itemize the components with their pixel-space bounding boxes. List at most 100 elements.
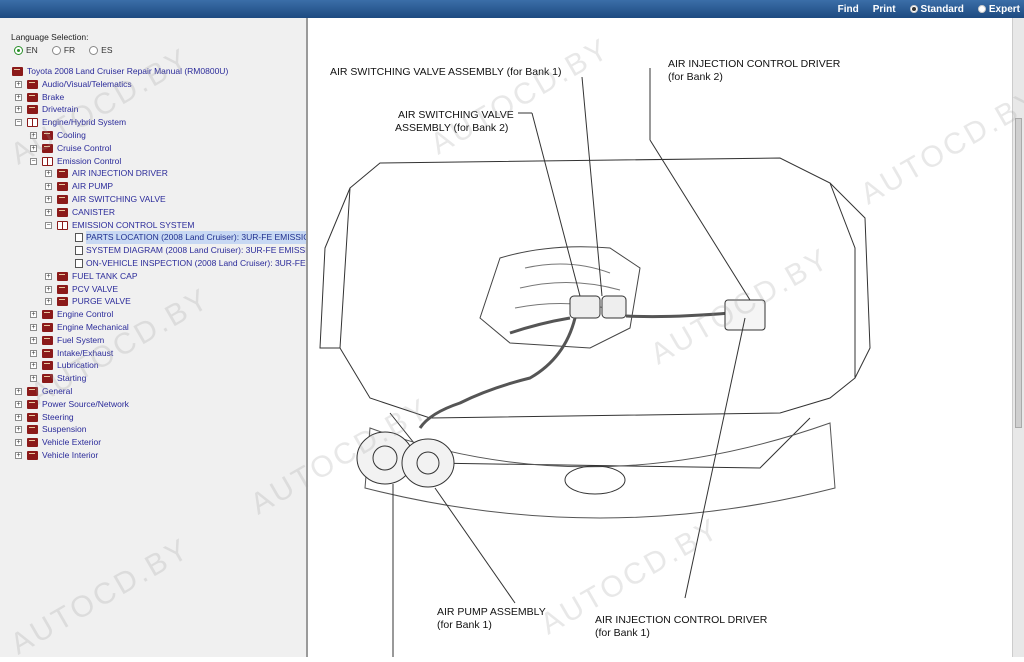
expand-plus-icon[interactable]: +: [30, 362, 37, 370]
tree-item-fuel-system[interactable]: + Fuel System: [0, 334, 306, 347]
mode-standard-label: Standard: [920, 3, 964, 15]
tree-item-air-injection-driver[interactable]: + AIR INJECTION DRIVER: [0, 167, 306, 180]
leader-aicd-bank2-b: [649, 139, 751, 301]
expand-plus-icon[interactable]: +: [30, 144, 37, 152]
expand-plus-icon[interactable]: +: [45, 183, 52, 191]
expand-plus-icon[interactable]: +: [45, 195, 52, 203]
expand-plus-icon[interactable]: +: [45, 285, 52, 293]
book-icon: [57, 207, 68, 217]
expand-plus-icon[interactable]: +: [45, 208, 52, 216]
tree-item-air-switching-valve[interactable]: + AIR SWITCHING VALVE: [0, 193, 306, 206]
document-icon: [75, 258, 83, 268]
tree-item-lubrication[interactable]: + Lubrication: [0, 359, 306, 372]
expand-plus-icon[interactable]: +: [30, 336, 37, 344]
navigation-sidebar: Language Selection: EN FR ES Toyota 2008…: [0, 18, 308, 657]
language-option-fr[interactable]: FR: [51, 45, 75, 55]
tree-item-vehicle-interior[interactable]: + Vehicle Interior: [0, 449, 306, 462]
callout-pump-line1: AIR PUMP ASSEMBLY: [437, 606, 546, 618]
callout-asv-bank2-line1: AIR SWITCHING VALVE: [398, 109, 514, 121]
tree-item-engine-mechanical[interactable]: + Engine Mechanical: [0, 321, 306, 334]
open-book-icon: [27, 118, 38, 128]
tree-item-purge-valve[interactable]: + PURGE VALVE: [0, 295, 306, 308]
tree-item-system-diagram[interactable]: SYSTEM DIAGRAM (2008 Land Cruiser): 3UR-…: [0, 244, 306, 257]
book-icon: [27, 386, 38, 396]
callout-aicd-bank1-line1: AIR INJECTION CONTROL DRIVER: [595, 614, 768, 626]
expand-plus-icon[interactable]: +: [15, 426, 22, 434]
tree-item-intake-exhaust[interactable]: + Intake/Exhaust: [0, 347, 306, 360]
language-option-es[interactable]: ES: [89, 45, 113, 55]
print-button[interactable]: Print: [873, 4, 896, 15]
expand-plus-icon[interactable]: +: [30, 375, 37, 383]
book-icon: [57, 284, 68, 294]
tree-item-pcv-valve[interactable]: + PCV VALVE: [0, 283, 306, 296]
expand-plus-icon[interactable]: +: [15, 451, 22, 459]
tree-item-emission-control-system[interactable]: − EMISSION CONTROL SYSTEM: [0, 219, 306, 232]
scrollbar-thumb[interactable]: [1015, 118, 1022, 428]
expand-plus-icon[interactable]: +: [30, 323, 37, 331]
book-icon: [57, 169, 68, 179]
book-icon: [27, 105, 38, 115]
tree-item-canister[interactable]: + CANISTER: [0, 206, 306, 219]
toolbar: Find Print Standard Expert: [838, 0, 1020, 18]
tree-item-brake[interactable]: + Brake: [0, 91, 306, 104]
book-icon: [12, 67, 23, 76]
open-book-icon: [57, 220, 68, 230]
tree-item-audio[interactable]: + Audio/Visual/Telematics: [0, 78, 306, 91]
tree-item-fuel-tank-cap[interactable]: + FUEL TANK CAP: [0, 270, 306, 283]
tree-item-drivetrain[interactable]: + Drivetrain: [0, 103, 306, 116]
expand-plus-icon[interactable]: +: [45, 298, 52, 306]
aicd-bank2: [724, 299, 766, 331]
expand-plus-icon[interactable]: +: [15, 93, 22, 101]
tree-item-air-pump[interactable]: + AIR PUMP: [0, 180, 306, 193]
expand-plus-icon[interactable]: +: [45, 272, 52, 280]
emblem: [564, 465, 626, 495]
language-selection-label: Language Selection:: [11, 32, 89, 42]
tree-item-on-vehicle-inspection[interactable]: ON-VEHICLE INSPECTION (2008 Land Cruiser…: [0, 257, 306, 270]
book-icon: [27, 412, 38, 422]
mode-expert-radio[interactable]: Expert: [977, 3, 1020, 15]
tree-item-suspension[interactable]: + Suspension: [0, 423, 306, 436]
book-icon: [27, 438, 38, 448]
book-icon: [27, 425, 38, 435]
tree-item-vehicle-exterior[interactable]: + Vehicle Exterior: [0, 436, 306, 449]
tree-item-power-source[interactable]: + Power Source/Network: [0, 398, 306, 411]
collapse-minus-icon[interactable]: −: [30, 157, 37, 165]
tree-item-emission-control[interactable]: − Emission Control: [0, 155, 306, 168]
callout-asv-bank2-line2: ASSEMBLY (for Bank 2): [395, 122, 509, 134]
tree-item-cruise-control[interactable]: + Cruise Control: [0, 142, 306, 155]
expand-plus-icon[interactable]: +: [30, 349, 37, 357]
expand-plus-icon[interactable]: +: [15, 413, 22, 421]
expand-plus-icon[interactable]: +: [30, 311, 37, 319]
tree-item-cooling[interactable]: + Cooling: [0, 129, 306, 142]
tree-item-parts-location[interactable]: PARTS LOCATION (2008 Land Cruiser): 3UR-…: [0, 231, 306, 245]
tree-item-steering[interactable]: + Steering: [0, 411, 306, 424]
language-radio-group: EN FR ES: [14, 45, 113, 55]
expand-plus-icon[interactable]: +: [15, 106, 22, 114]
tree-item-engine-hybrid[interactable]: − Engine/Hybrid System: [0, 116, 306, 129]
expand-plus-icon[interactable]: +: [15, 400, 22, 408]
expand-plus-icon[interactable]: +: [30, 131, 37, 139]
tree-item-general[interactable]: + General: [0, 385, 306, 398]
collapse-minus-icon[interactable]: −: [45, 221, 52, 229]
expand-plus-icon[interactable]: +: [15, 80, 22, 88]
tree-item-engine-control[interactable]: + Engine Control: [0, 308, 306, 321]
callout-aicd-bank2-line2: (for Bank 2): [668, 71, 723, 83]
book-icon: [27, 399, 38, 409]
callout-aicd-bank2-line1: AIR INJECTION CONTROL DRIVER: [668, 58, 841, 70]
tree-item-starting[interactable]: + Starting: [0, 372, 306, 385]
book-icon: [42, 361, 53, 371]
find-button[interactable]: Find: [838, 4, 859, 15]
callout-aicd-bank1-line2: (for Bank 1): [595, 627, 650, 639]
collapse-minus-icon[interactable]: −: [15, 119, 22, 127]
book-icon: [42, 143, 53, 153]
expand-plus-icon[interactable]: +: [15, 387, 22, 395]
language-option-en[interactable]: EN: [14, 45, 38, 55]
book-icon: [42, 130, 53, 140]
mode-expert-label: Expert: [988, 3, 1020, 15]
tree-root[interactable]: Toyota 2008 Land Cruiser Repair Manual (…: [0, 65, 306, 78]
expand-plus-icon[interactable]: +: [45, 170, 52, 178]
vertical-scrollbar[interactable]: [1012, 18, 1024, 657]
expand-plus-icon[interactable]: +: [15, 439, 22, 447]
mode-standard-radio[interactable]: Standard: [909, 3, 964, 15]
book-icon: [42, 374, 53, 384]
